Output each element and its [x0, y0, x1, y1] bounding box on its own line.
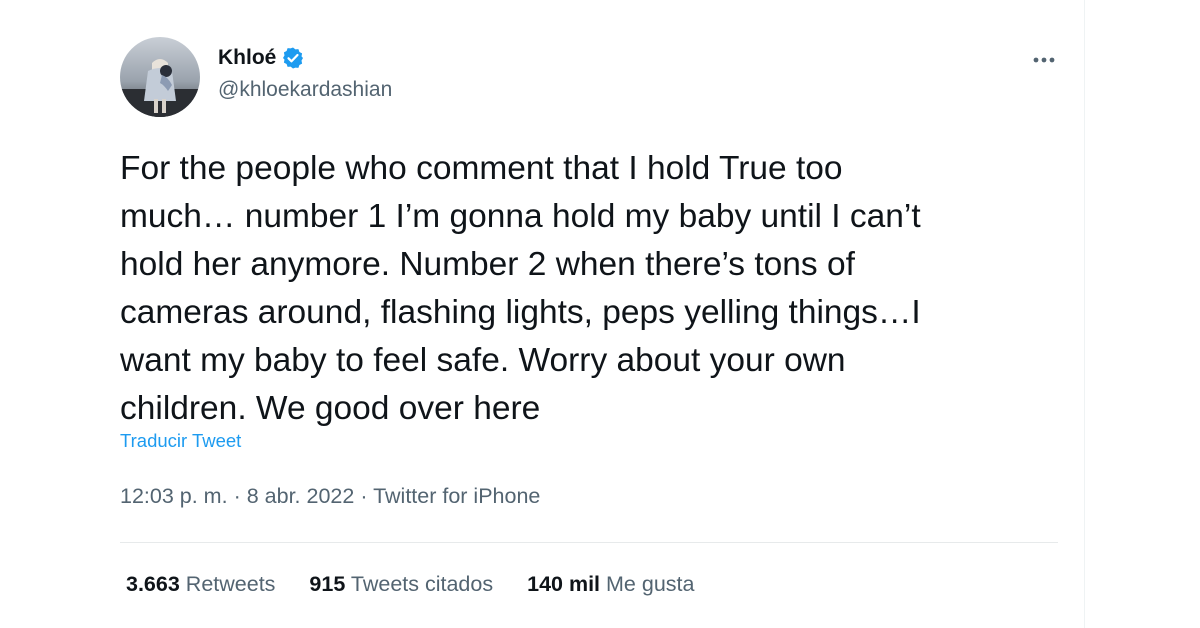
- meta-separator: ·: [233, 484, 241, 508]
- author-block: Khloé @khloekardashian: [218, 42, 392, 102]
- tweet-time[interactable]: 12:03 p. m.: [120, 484, 228, 508]
- likes-stat[interactable]: 140 mil Me gusta: [527, 572, 694, 597]
- tweet-card: Khloé @khloekardashian For the people wh…: [0, 0, 1200, 628]
- verified-badge-icon: [281, 46, 305, 70]
- tweet-source[interactable]: Twitter for iPhone: [373, 484, 540, 508]
- likes-count: 140 mil: [527, 572, 601, 596]
- quote-tweets-count: 915: [309, 572, 346, 596]
- avatar[interactable]: [120, 37, 200, 117]
- display-name[interactable]: Khloé: [218, 46, 276, 70]
- quote-tweets-label: Tweets citados: [350, 572, 494, 596]
- name-row: Khloé: [218, 42, 392, 74]
- meta-separator: ·: [360, 484, 368, 508]
- retweets-label: Retweets: [185, 572, 276, 596]
- tweet-metadata: 12:03 p. m. · 8 abr. 2022 · Twitter for …: [120, 484, 540, 509]
- tweet-date[interactable]: 8 abr. 2022: [247, 484, 355, 508]
- tweet-stats: 3.663 Retweets 915 Tweets citados 140 mi…: [126, 572, 728, 597]
- retweets-count: 3.663: [126, 572, 180, 596]
- card-border: [1084, 0, 1085, 628]
- quote-tweets-stat[interactable]: 915 Tweets citados: [309, 572, 493, 597]
- likes-label: Me gusta: [606, 572, 695, 596]
- more-options-icon: [1033, 57, 1055, 63]
- translate-tweet-link[interactable]: Traducir Tweet: [120, 430, 241, 452]
- user-handle[interactable]: @khloekardashian: [218, 78, 392, 102]
- divider: [120, 542, 1058, 543]
- tweet-text: For the people who comment that I hold T…: [120, 150, 921, 427]
- retweets-stat[interactable]: 3.663 Retweets: [126, 572, 275, 597]
- more-options-button[interactable]: [1024, 44, 1064, 76]
